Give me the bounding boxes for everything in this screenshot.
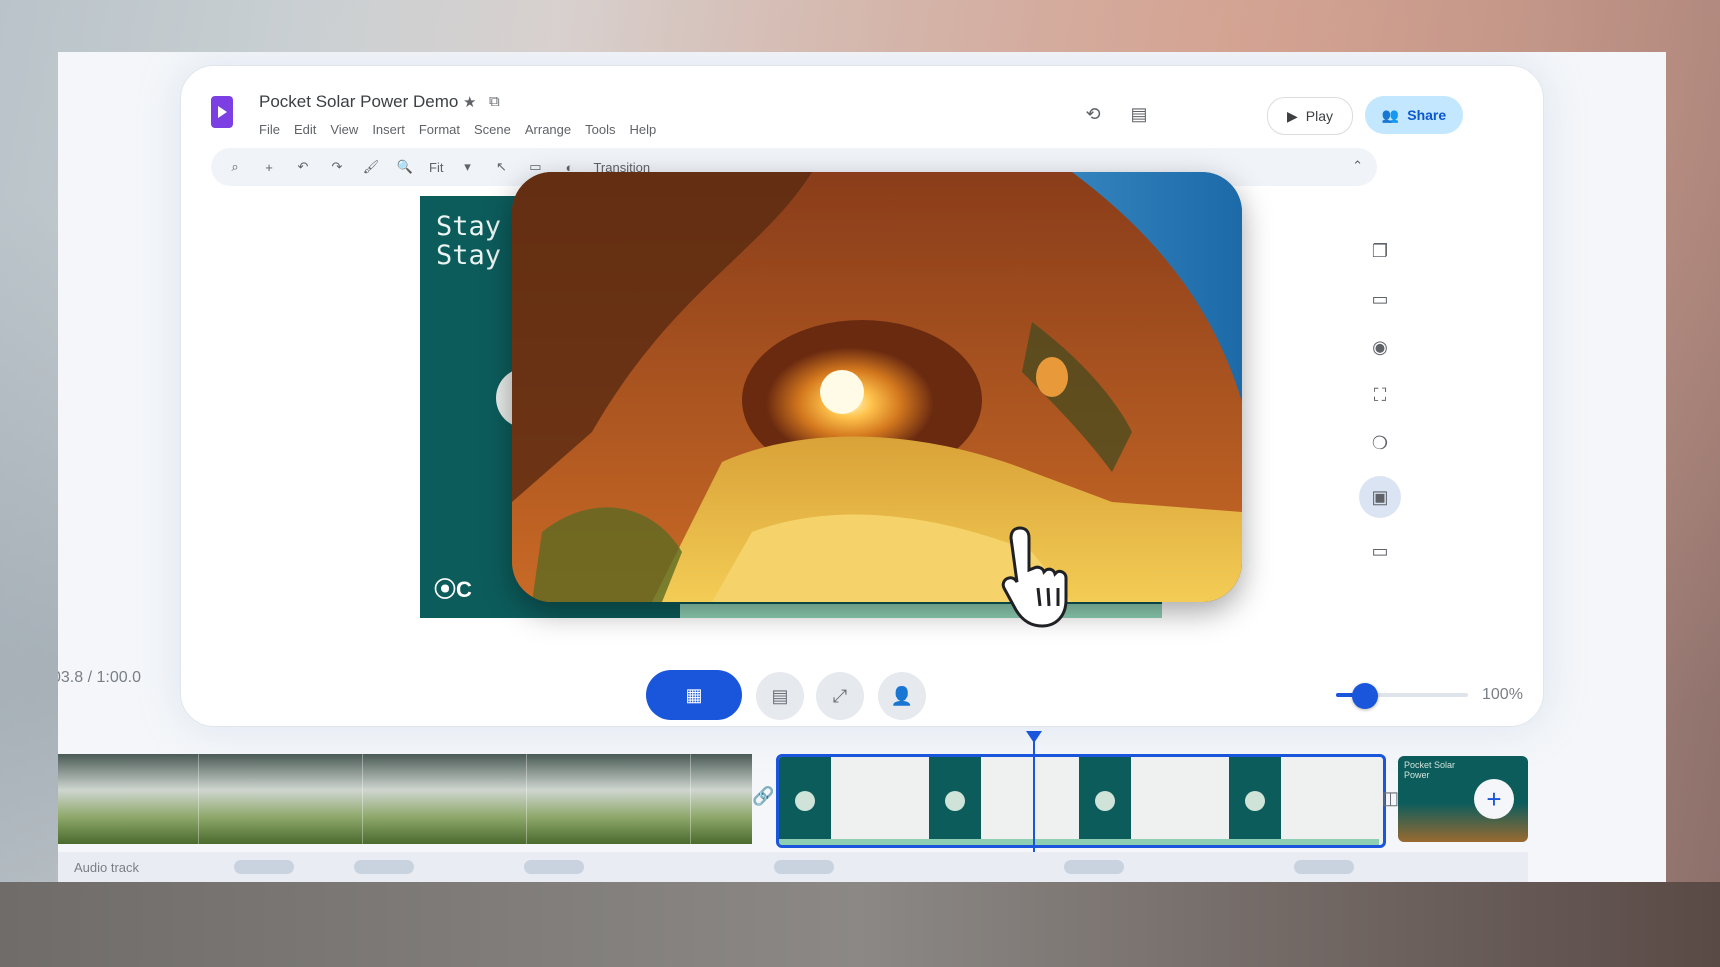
clip-frame	[58, 754, 199, 844]
comments-icon[interactable]: ▤	[1121, 96, 1157, 132]
audio-track[interactable]: Audio track	[58, 852, 1528, 882]
editor-screen: Pocket Solar Power Demo ★ ⧉ File Edit Vi…	[58, 52, 1666, 967]
play-label: Play	[1305, 108, 1333, 124]
share-label: Share	[1407, 107, 1447, 123]
clip-thumbnail	[1229, 757, 1379, 845]
slide-title-line-2: Stay	[436, 240, 502, 271]
menu-help[interactable]: Help	[629, 122, 656, 137]
video-clip-landscape[interactable]	[58, 754, 752, 844]
clip-thumbnail	[779, 757, 929, 845]
scene-view-button[interactable]: ▦	[646, 670, 742, 720]
audio-track-label: Audio track	[74, 860, 140, 875]
menu-insert[interactable]: Insert	[372, 122, 405, 137]
resize-view-button[interactable]: ⤢	[816, 672, 864, 720]
audio-waveform	[1294, 860, 1354, 874]
monitor-bezel	[0, 882, 1720, 967]
next-clip-title: Pocket Solar Power	[1404, 760, 1456, 780]
record-icon[interactable]: ◉	[1365, 332, 1395, 362]
hand-cursor-icon	[1001, 526, 1068, 628]
filmstrip-view-button[interactable]: ▤	[756, 672, 804, 720]
audio-waveform	[354, 860, 414, 874]
star-icon[interactable]: ★	[463, 93, 476, 111]
arch-photo-graphic	[512, 172, 1242, 602]
plus-icon: +	[1486, 783, 1502, 814]
filmstrip-icon: ▤	[771, 685, 789, 706]
menu-format[interactable]: Format	[419, 122, 460, 137]
zoom-select[interactable]: Fit	[429, 160, 443, 175]
image-icon[interactable]: ▣	[1359, 476, 1401, 518]
share-button[interactable]: 👥 Share	[1365, 96, 1463, 134]
play-icon: ▶	[1286, 107, 1298, 124]
audio-waveform	[524, 860, 584, 874]
arch-photo-image[interactable]	[512, 172, 1242, 602]
audio-waveform	[1064, 860, 1124, 874]
shapes-icon[interactable]: ❍	[1365, 428, 1395, 458]
zoom-percent: 100%	[1482, 686, 1523, 703]
undo-icon[interactable]: ↶	[293, 159, 313, 175]
clip-trim-handle-icon[interactable]: ◫	[1382, 788, 1399, 809]
zoom-slider-handle[interactable]	[1352, 683, 1378, 709]
menu-bar: File Edit View Insert Format Scene Arran…	[259, 122, 656, 137]
slide-title-line-1: Stay	[436, 211, 502, 242]
menu-tools[interactable]: Tools	[585, 122, 615, 137]
right-rail: ❐ ▭ ◉ ⛶ ❍ ▣ ▭	[1359, 236, 1401, 566]
app-logo-icon[interactable]	[211, 96, 233, 128]
layers-icon[interactable]: ❐	[1365, 236, 1395, 266]
clip-frame	[362, 754, 527, 844]
history-icon[interactable]: ⟲	[1075, 96, 1111, 132]
paint-format-icon[interactable]: 🖌	[361, 159, 381, 175]
add-clip-button[interactable]: +	[1474, 779, 1514, 819]
menu-edit[interactable]: Edit	[294, 122, 316, 137]
resize-icon: ⤢	[832, 685, 848, 706]
clip-frame	[198, 754, 363, 844]
selected-slide-clip[interactable]	[776, 754, 1386, 848]
audio-waveform	[774, 860, 834, 874]
chevron-down-icon[interactable]: ▾	[457, 159, 477, 175]
add-person-button[interactable]: 👤	[878, 672, 926, 720]
menu-file[interactable]: File	[259, 122, 280, 137]
add-icon[interactable]: +	[259, 160, 279, 175]
menu-scene[interactable]: Scene	[474, 122, 511, 137]
menu-view[interactable]: View	[330, 122, 358, 137]
clip-thumbnail	[1079, 757, 1229, 845]
slide-title[interactable]: Stay Stay	[436, 212, 501, 270]
chevron-up-icon[interactable]: ⌃	[1352, 158, 1363, 174]
play-button[interactable]: ▶ Play	[1267, 97, 1353, 135]
document-title[interactable]: Pocket Solar Power Demo	[259, 92, 458, 112]
clip-frame	[526, 754, 691, 844]
clip-frame	[690, 754, 752, 844]
select-cursor-icon[interactable]: ↖	[491, 159, 511, 175]
menu-arrange[interactable]: Arrange	[525, 122, 571, 137]
zoom-icon[interactable]: 🔍	[395, 159, 415, 175]
clip-thumbnail	[929, 757, 1079, 845]
timecode: 03.8 / 1:00.0	[58, 669, 141, 686]
person-add-icon: 👤	[890, 685, 914, 706]
audio-waveform	[234, 860, 294, 874]
redo-icon[interactable]: ↷	[327, 159, 347, 175]
crop-icon[interactable]: ⛶	[1365, 380, 1395, 410]
link-icon[interactable]: 🔗	[752, 786, 774, 807]
slide-logo: ⦿C	[434, 577, 472, 602]
grid-icon: ▦	[685, 684, 703, 705]
share-icon: 👥	[1381, 106, 1400, 123]
folder-move-icon[interactable]: ⧉	[489, 93, 500, 110]
media-icon[interactable]: ▭	[1365, 536, 1395, 566]
search-icon[interactable]: ⌕	[225, 159, 245, 175]
folder-icon[interactable]: ▭	[1365, 284, 1395, 314]
